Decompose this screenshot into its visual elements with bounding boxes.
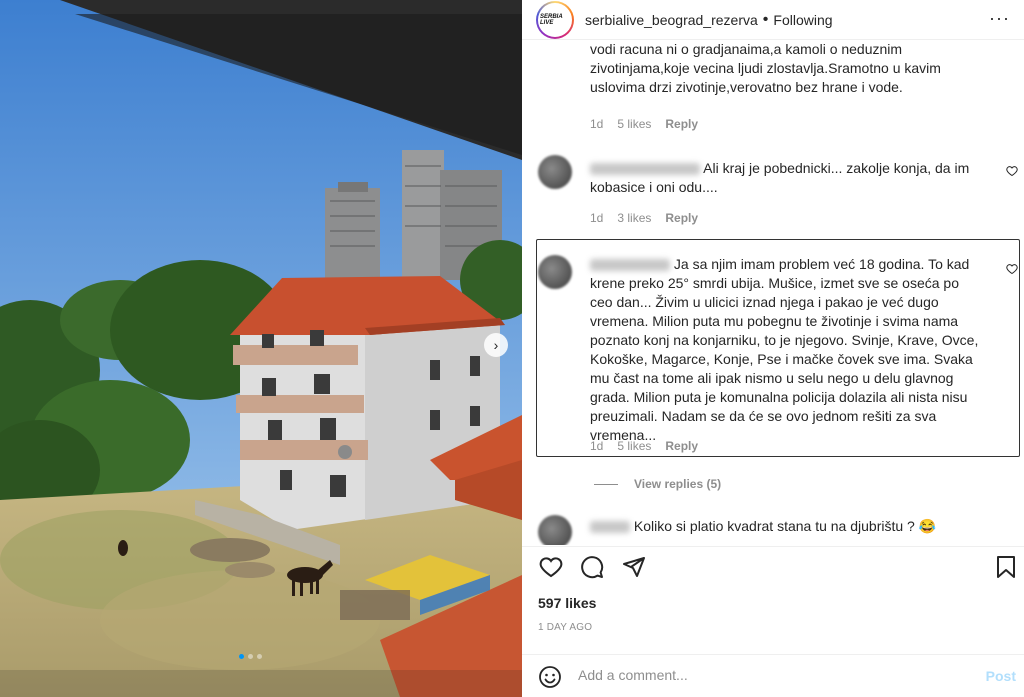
comment-age: 1d	[590, 117, 604, 131]
comment-body: Koliko si platio kvadrat stana tu na dju…	[590, 517, 980, 536]
share-paper-plane-icon[interactable]	[622, 555, 646, 579]
comment-text: Koliko si platio kvadrat stana tu na dju…	[633, 518, 937, 534]
view-replies-button[interactable]: View replies (5)	[594, 477, 721, 491]
carousel-dot	[248, 654, 253, 659]
commenter-username-blurred[interactable]	[590, 521, 630, 534]
comment-age: 1d	[590, 439, 604, 453]
comment-text: vodi racuna ni o gradjanaima,a kamoli o …	[590, 41, 941, 95]
reply-button[interactable]: Reply	[665, 439, 698, 453]
post-panel: SERBIA LIVE serbialive_beograd_rezerva •…	[522, 0, 1024, 697]
author-username[interactable]: serbialive_beograd_rezerva	[585, 12, 758, 28]
comment-body: Ja sa njim imam problem već 18 godina. T…	[590, 255, 980, 445]
like-comment-heart-icon[interactable]	[1006, 263, 1018, 275]
comments-list[interactable]: vodi racuna ni o gradjanaima,a kamoli o …	[522, 41, 1024, 545]
save-bookmark-icon[interactable]	[996, 555, 1016, 579]
comment-age: 1d	[590, 211, 604, 225]
post-header: SERBIA LIVE serbialive_beograd_rezerva •…	[522, 0, 1024, 40]
carousel-indicator	[239, 654, 262, 659]
view-replies-label: View replies (5)	[634, 477, 722, 491]
comment-likes[interactable]: 5 likes	[617, 117, 651, 131]
comment-likes[interactable]: 5 likes	[617, 439, 651, 453]
carousel-next-button[interactable]: ›	[484, 333, 508, 357]
comment-meta: 1d 5 likes Reply	[590, 117, 698, 131]
commenter-avatar[interactable]	[538, 155, 572, 189]
comment-body: Ali kraj je pobednicki... zakolje konja,…	[590, 159, 980, 197]
carousel-dot	[257, 654, 262, 659]
emoji-smiley-icon[interactable]	[538, 665, 562, 689]
comment-meta: 1d 5 likes Reply	[590, 439, 698, 453]
author-avatar[interactable]: SERBIA LIVE	[536, 0, 574, 39]
post-comment-button[interactable]: Post	[986, 668, 1016, 684]
like-comment-heart-icon[interactable]	[1006, 165, 1018, 177]
header-separator: •	[762, 10, 769, 28]
reply-button[interactable]: Reply	[665, 211, 698, 225]
likes-count[interactable]: 597 likes	[538, 595, 596, 611]
comment-text: Ja sa njim imam problem već 18 godina. T…	[590, 256, 979, 443]
view-replies-line	[594, 483, 618, 485]
add-comment-bar: Post	[522, 654, 1024, 697]
commenter-avatar[interactable]	[538, 515, 572, 545]
comment-likes[interactable]: 3 likes	[617, 211, 651, 225]
carousel-dot	[239, 654, 244, 659]
author-avatar-logo: SERBIA LIVE	[538, 2, 572, 37]
commenter-avatar[interactable]	[538, 255, 572, 289]
commenter-username-blurred[interactable]	[590, 163, 700, 176]
following-button[interactable]: Following	[773, 12, 832, 28]
like-heart-icon[interactable]	[538, 555, 564, 579]
comment-meta: 1d 3 likes Reply	[590, 211, 698, 225]
comment-bubble-icon[interactable]	[580, 555, 604, 579]
commenter-username-blurred[interactable]	[590, 259, 670, 272]
post-timestamp[interactable]: 1 DAY AGO	[538, 622, 592, 633]
photo-scene	[0, 0, 522, 697]
post-actions-bar	[522, 546, 1024, 586]
add-comment-input[interactable]	[578, 667, 958, 683]
chevron-right-icon: ›	[493, 337, 499, 353]
more-options-icon[interactable]: ···	[989, 8, 1010, 29]
post-photo[interactable]: ›	[0, 0, 522, 697]
reply-button[interactable]: Reply	[665, 117, 698, 131]
